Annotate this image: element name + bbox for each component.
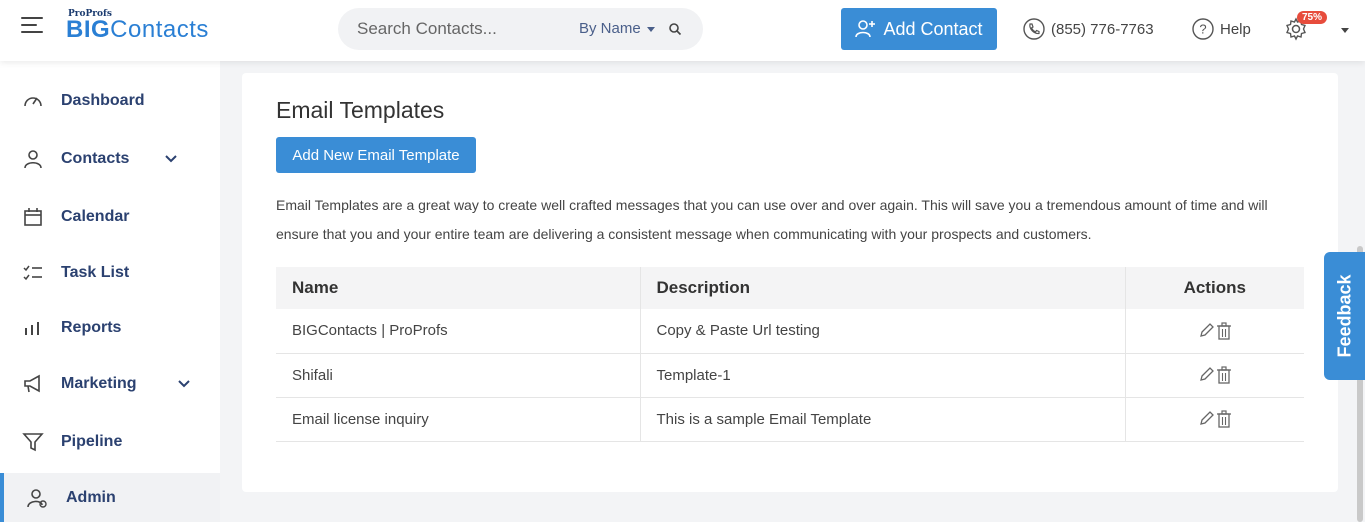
- search-by-label: By Name: [579, 20, 641, 37]
- admin-icon: [27, 489, 47, 508]
- sidebar-item-dashboard[interactable]: Dashboard: [0, 76, 220, 126]
- top-header: ProProfs BIGContacts By Name Add Contact…: [0, 0, 1365, 61]
- table-header-row: Name Description Actions: [276, 267, 1304, 309]
- add-email-template-button[interactable]: Add New Email Template: [276, 137, 476, 173]
- phone-link[interactable]: (855) 776-7763: [1023, 18, 1154, 40]
- sidebar-item-label: Reports: [61, 319, 122, 336]
- sidebar-item-label: Admin: [66, 489, 116, 506]
- edit-icon[interactable]: [1198, 366, 1214, 384]
- column-header-name[interactable]: Name: [276, 267, 640, 309]
- sidebar-item-marketing[interactable]: Marketing: [0, 359, 220, 409]
- add-user-icon: [855, 20, 876, 38]
- template-description: Template-1: [639, 353, 1125, 398]
- search-input[interactable]: [357, 19, 567, 39]
- search-bar: By Name: [338, 8, 703, 50]
- feedback-label: Feedback: [1334, 274, 1354, 358]
- template-name[interactable]: Email license inquiry: [276, 397, 640, 442]
- add-contact-button[interactable]: Add Contact: [841, 8, 997, 50]
- menu-icon[interactable]: [21, 17, 43, 35]
- table-row: Shifali Template-1: [276, 353, 1304, 398]
- settings-caret-icon[interactable]: [1341, 28, 1349, 33]
- row-actions: [1124, 353, 1304, 398]
- sidebar: Dashboard Contacts Calendar Task List Re…: [0, 61, 220, 522]
- logo[interactable]: ProProfs BIGContacts: [66, 9, 209, 42]
- sidebar-item-label: Contacts: [61, 150, 130, 167]
- edit-icon[interactable]: [1198, 322, 1214, 340]
- template-description: Copy & Paste Url testing: [639, 309, 1125, 354]
- table-row: BIGContacts | ProProfs Copy & Paste Url …: [276, 309, 1304, 354]
- sidebar-item-label: Task List: [61, 264, 130, 281]
- sidebar-item-reports[interactable]: Reports: [0, 303, 220, 353]
- sidebar-item-label: Pipeline: [61, 433, 123, 450]
- row-actions: [1124, 397, 1304, 442]
- logo-contacts-text: Contacts: [110, 16, 209, 43]
- trash-icon[interactable]: [1216, 410, 1232, 428]
- feedback-tab[interactable]: Feedback: [1324, 252, 1365, 380]
- help-icon: ?: [1192, 18, 1214, 40]
- sidebar-item-pipeline[interactable]: Pipeline: [0, 417, 220, 467]
- status-badge: 75%: [1297, 11, 1328, 24]
- sidebar-item-admin[interactable]: Admin: [0, 473, 220, 522]
- svg-text:?: ?: [1199, 22, 1206, 37]
- row-actions: [1124, 309, 1304, 354]
- sidebar-item-label: Dashboard: [61, 92, 145, 109]
- page-description: Email Templates are a great way to creat…: [276, 197, 1268, 242]
- sidebar-item-label: Marketing: [61, 375, 137, 392]
- edit-icon[interactable]: [1198, 410, 1214, 428]
- help-link[interactable]: ? Help: [1192, 18, 1251, 40]
- caret-down-icon: [646, 26, 655, 32]
- dashboard-icon: [24, 97, 42, 107]
- page-title: Email Templates: [276, 97, 445, 123]
- phone-icon: [1023, 18, 1045, 40]
- sidebar-item-contacts[interactable]: Contacts: [0, 134, 220, 184]
- sidebar-item-task-list[interactable]: Task List: [0, 248, 220, 298]
- template-name[interactable]: BIGContacts | ProProfs: [276, 309, 640, 354]
- table-row: Email license inquiry This is a sample E…: [276, 397, 1304, 442]
- template-name[interactable]: Shifali: [276, 353, 640, 398]
- column-header-description[interactable]: Description: [639, 267, 1125, 309]
- chevron-down-icon[interactable]: [177, 377, 191, 391]
- logo-big-text: BIG: [66, 16, 111, 43]
- templates-table: Name Description Actions BIGContacts | P…: [276, 267, 1304, 442]
- phone-number: (855) 776-7763: [1051, 20, 1154, 38]
- add-contact-label: Add Contact: [883, 18, 983, 39]
- trash-icon[interactable]: [1216, 366, 1232, 384]
- email-templates-card: Email Templates Add New Email Template E…: [242, 73, 1338, 492]
- sidebar-item-calendar[interactable]: Calendar: [0, 192, 220, 242]
- calendar-icon: [24, 208, 42, 226]
- chevron-down-icon[interactable]: [164, 152, 178, 166]
- search-by-dropdown[interactable]: By Name: [579, 20, 655, 37]
- help-label: Help: [1220, 20, 1251, 38]
- user-icon: [24, 150, 42, 169]
- column-header-actions: Actions: [1124, 267, 1304, 309]
- task-list-icon: [23, 265, 42, 281]
- trash-icon[interactable]: [1216, 322, 1232, 340]
- sidebar-item-label: Calendar: [61, 208, 130, 225]
- megaphone-icon: [24, 374, 40, 393]
- search-icon[interactable]: [668, 22, 682, 36]
- bar-chart-icon: [25, 322, 39, 335]
- funnel-icon: [22, 433, 44, 452]
- template-description: This is a sample Email Template: [639, 397, 1125, 442]
